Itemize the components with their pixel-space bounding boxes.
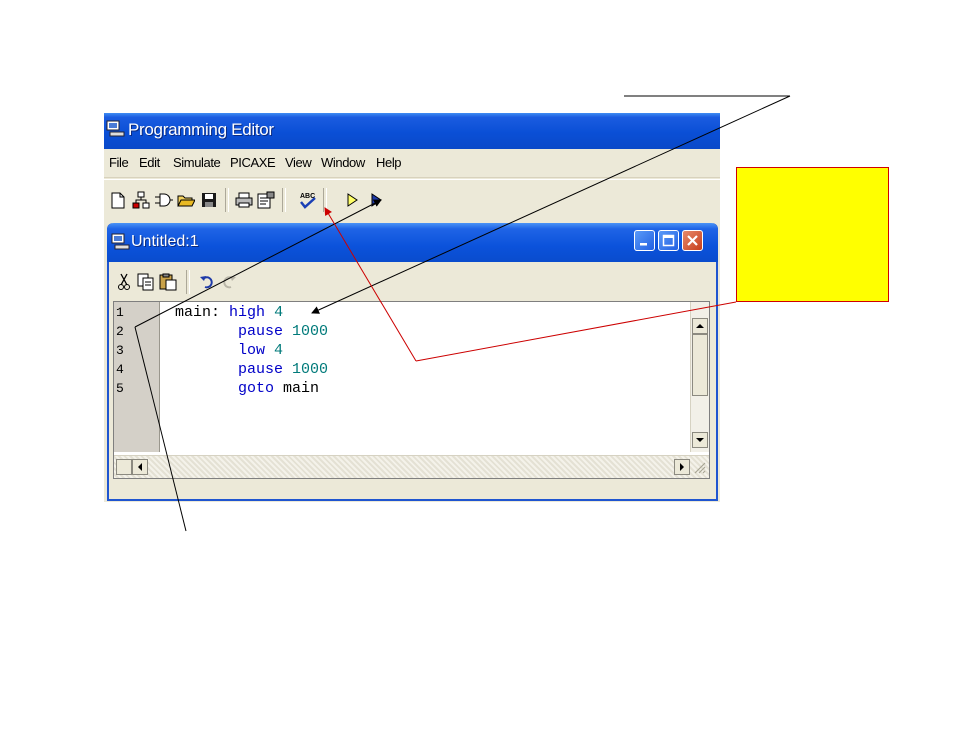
scroll-thumb[interactable] <box>692 334 708 396</box>
flowchart-icon[interactable] <box>131 189 151 211</box>
code-keyword: high <box>229 304 266 321</box>
code-editor[interactable]: 1 2 3 4 5 main: high 4 pause 1000 low 4 … <box>113 301 710 479</box>
code-argument: 4 <box>274 304 284 321</box>
new-file-icon[interactable] <box>108 189 128 211</box>
copy-icon[interactable] <box>136 271 156 293</box>
menu-bar: File Edit Simulate PICAXE View Window He… <box>104 149 720 178</box>
code-keyword: pause <box>238 361 284 378</box>
programming-editor-window: Programming Editor File Edit Simulate PI… <box>104 113 720 502</box>
toolbar-separator <box>282 188 286 212</box>
code-argument: main <box>283 380 320 397</box>
program-icon[interactable] <box>366 189 386 211</box>
code-argument: 1000 <box>292 323 329 340</box>
open-folder-icon[interactable] <box>176 189 196 211</box>
line-number: 4 <box>116 362 124 377</box>
app-title-bar[interactable]: Programming Editor <box>104 113 720 149</box>
menu-view[interactable]: View <box>285 155 312 170</box>
scroll-left-button[interactable] <box>132 459 148 475</box>
code-line: goto main <box>238 379 319 398</box>
cut-icon[interactable] <box>114 271 134 293</box>
document-title-bar[interactable]: Untitled:1 <box>107 223 718 262</box>
line-number: 1 <box>116 305 124 320</box>
edit-toolbar <box>109 266 712 298</box>
code-line: main: high 4 <box>175 303 283 322</box>
vertical-scrollbar[interactable] <box>690 302 709 452</box>
app-title: Programming Editor <box>128 120 274 139</box>
scroll-down-button[interactable] <box>692 432 708 448</box>
code-keyword: goto <box>238 380 275 397</box>
logic-gate-icon[interactable] <box>154 189 174 211</box>
main-toolbar: ABC <box>104 179 720 222</box>
code-line: pause 1000 <box>238 322 328 341</box>
syntax-check-icon[interactable]: ABC <box>298 189 318 211</box>
menu-simulate[interactable]: Simulate <box>173 155 221 170</box>
menu-edit[interactable]: Edit <box>139 155 160 170</box>
code-argument: 1000 <box>292 361 329 378</box>
horizontal-scrollbar[interactable] <box>114 455 709 478</box>
line-number: 2 <box>116 324 124 339</box>
scroll-up-button[interactable] <box>692 318 708 334</box>
menu-window[interactable]: Window <box>321 155 365 170</box>
menu-picaxe[interactable]: PICAXE <box>230 155 276 170</box>
minimize-button[interactable] <box>634 230 655 251</box>
annotation-callout-box <box>736 167 889 302</box>
maximize-button[interactable] <box>658 230 679 251</box>
computer-icon <box>111 232 131 252</box>
line-number: 3 <box>116 343 124 358</box>
menu-help[interactable]: Help <box>376 155 402 170</box>
code-label: main: <box>175 304 221 321</box>
code-keyword: low <box>238 342 266 359</box>
close-button[interactable] <box>682 230 703 251</box>
document-title: Untitled:1 <box>131 233 199 250</box>
properties-icon[interactable] <box>256 189 276 211</box>
scroll-right-button[interactable] <box>674 459 690 475</box>
scroll-thumb[interactable] <box>116 459 132 475</box>
save-disk-icon[interactable] <box>199 189 219 211</box>
toolbar-separator <box>186 270 190 294</box>
simulate-icon[interactable] <box>342 189 362 211</box>
print-icon[interactable] <box>234 189 254 211</box>
toolbar-separator <box>323 188 327 212</box>
code-line: pause 1000 <box>238 360 328 379</box>
code-keyword: pause <box>238 323 284 340</box>
code-line: low 4 <box>238 341 283 360</box>
menu-file[interactable]: File <box>109 155 129 170</box>
document-window: Untitled:1 1 2 3 4 5 main: high 4 pause … <box>107 223 718 501</box>
computer-icon <box>106 119 126 139</box>
line-number: 5 <box>116 381 124 396</box>
undo-icon[interactable] <box>197 271 217 293</box>
redo-icon[interactable] <box>219 271 239 293</box>
toolbar-separator <box>225 188 229 212</box>
line-number-gutter: 1 2 3 4 5 <box>114 302 160 452</box>
resize-grip-icon[interactable] <box>692 460 706 474</box>
code-argument: 4 <box>274 342 284 359</box>
paste-icon[interactable] <box>158 271 178 293</box>
